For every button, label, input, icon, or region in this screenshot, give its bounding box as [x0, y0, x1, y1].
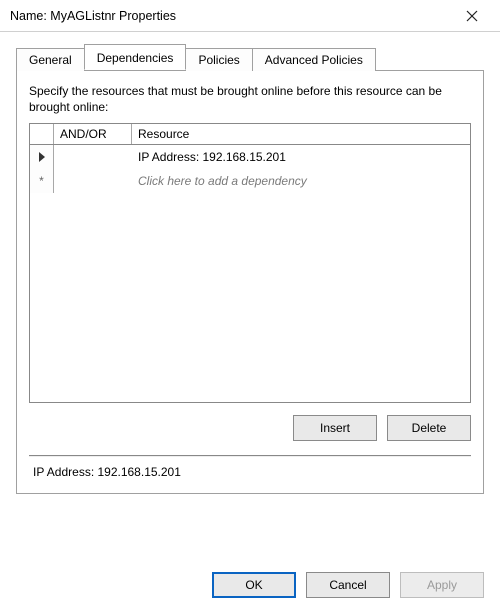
grid-header-rowselector [30, 124, 54, 144]
grid-button-row: Insert Delete [29, 415, 471, 441]
cancel-button[interactable]: Cancel [306, 572, 390, 598]
dialog-footer: OK Cancel Apply [212, 572, 484, 598]
close-icon [466, 10, 478, 22]
row-marker-new: * [30, 169, 54, 193]
tab-label: Dependencies [97, 51, 174, 65]
tab-label: Policies [198, 53, 239, 67]
titlebar: Name: MyAGListnr Properties [0, 0, 500, 32]
row-marker-current [30, 145, 54, 169]
row-pointer-icon [39, 152, 45, 162]
apply-button[interactable]: Apply [400, 572, 484, 598]
grid-header: AND/OR Resource [30, 124, 470, 145]
cell-andor[interactable] [54, 169, 132, 193]
tab-dependencies[interactable]: Dependencies [84, 44, 187, 70]
tab-policies[interactable]: Policies [185, 48, 252, 71]
tab-label: General [29, 53, 72, 67]
new-row-icon: * [39, 175, 44, 187]
close-button[interactable] [452, 1, 492, 31]
instruction-text: Specify the resources that must be broug… [29, 83, 471, 115]
grid-body: IP Address: 192.168.15.201 * Click here … [30, 145, 470, 402]
cell-resource-placeholder[interactable]: Click here to add a dependency [132, 169, 470, 193]
grid-header-andor: AND/OR [54, 124, 132, 144]
dependencies-grid[interactable]: AND/OR Resource IP Address: 192.168.15.2… [29, 123, 471, 403]
tab-label: Advanced Policies [265, 53, 363, 67]
window-title: Name: MyAGListnr Properties [10, 9, 452, 23]
grid-header-resource: Resource [132, 124, 470, 144]
cell-andor[interactable] [54, 145, 132, 169]
separator [29, 455, 471, 457]
insert-button[interactable]: Insert [293, 415, 377, 441]
cell-resource[interactable]: IP Address: 192.168.15.201 [132, 145, 470, 169]
table-row[interactable]: IP Address: 192.168.15.201 [30, 145, 470, 169]
delete-button[interactable]: Delete [387, 415, 471, 441]
tab-general[interactable]: General [16, 48, 85, 71]
tab-panel-dependencies: Specify the resources that must be broug… [16, 70, 484, 494]
ok-button[interactable]: OK [212, 572, 296, 598]
tab-strip: General Dependencies Policies Advanced P… [16, 44, 484, 70]
dependency-expression: IP Address: 192.168.15.201 [29, 463, 471, 479]
table-row[interactable]: * Click here to add a dependency [30, 169, 470, 193]
tab-advanced-policies[interactable]: Advanced Policies [252, 48, 376, 71]
dialog-content: General Dependencies Policies Advanced P… [0, 32, 500, 494]
